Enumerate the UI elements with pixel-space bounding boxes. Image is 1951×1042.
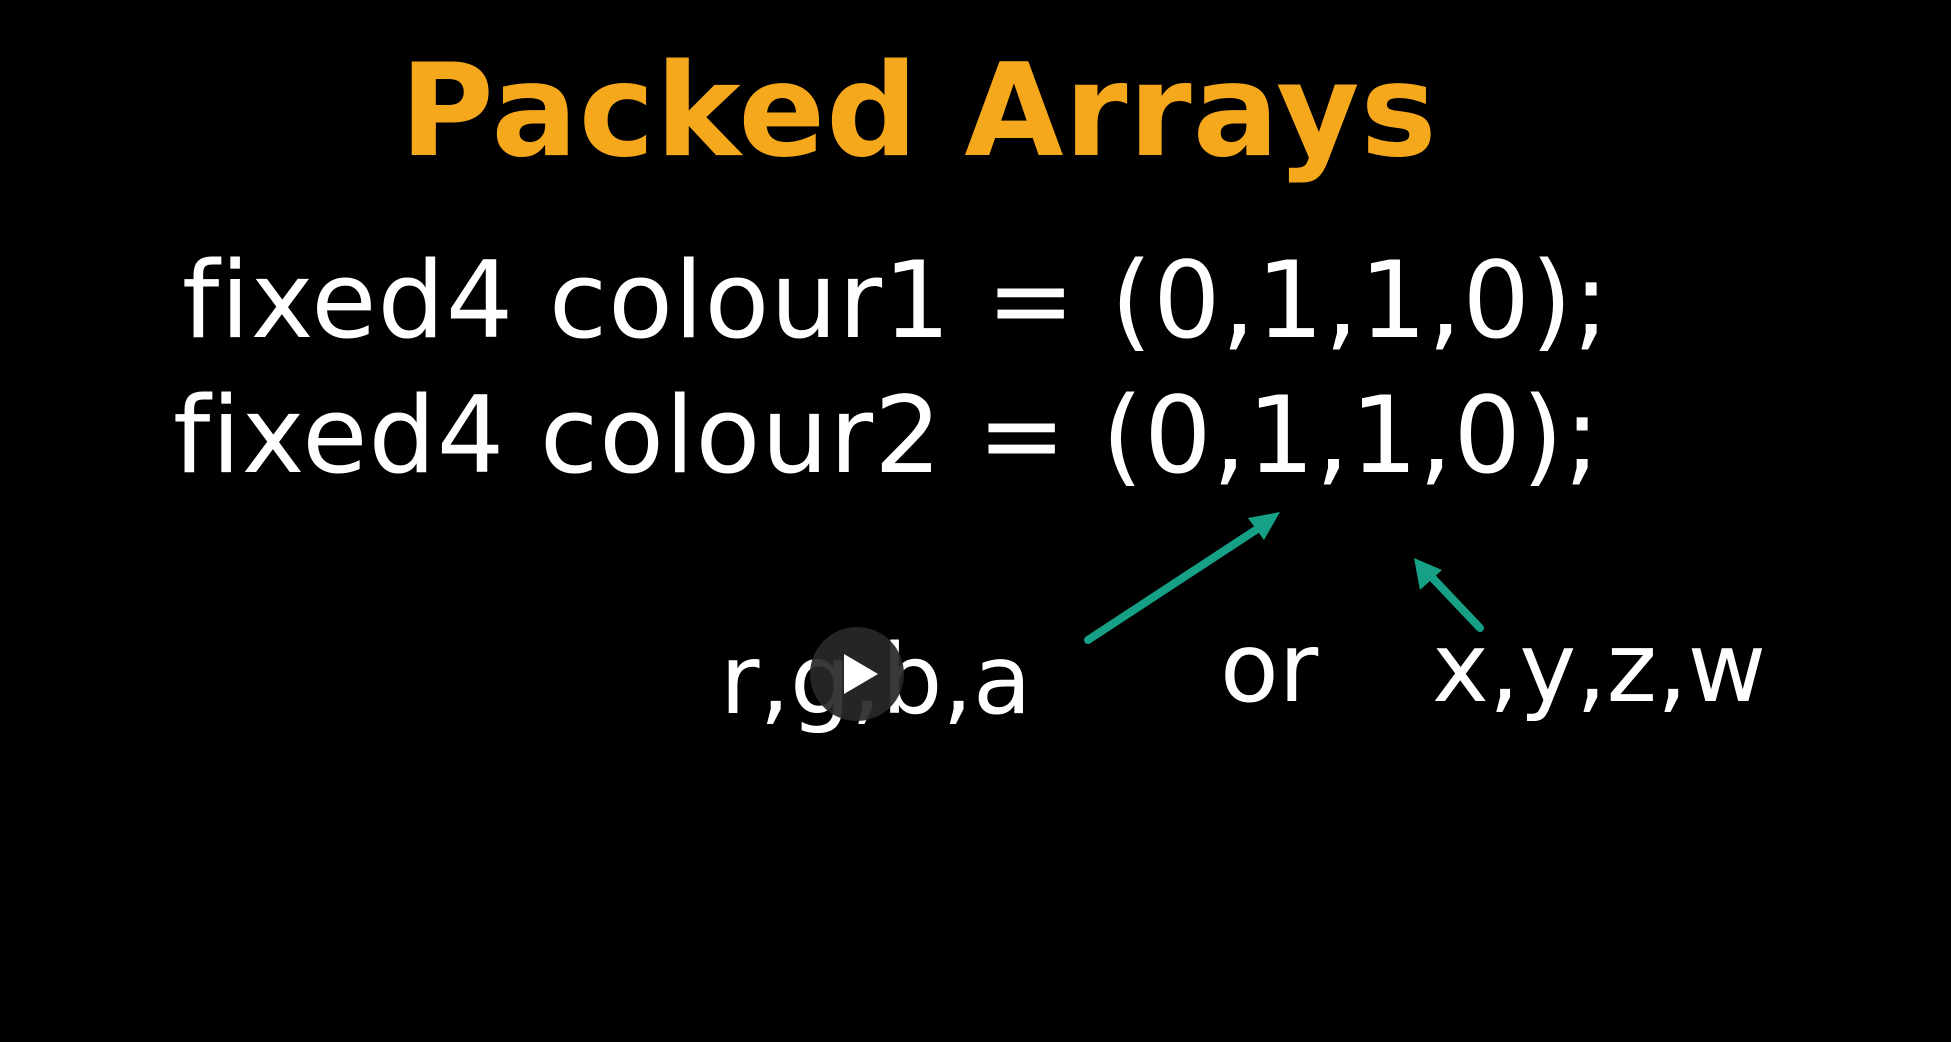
video-frame: Packed Arrays fixed4 colour1 = (0,1,1,0)…	[0, 0, 1951, 1042]
label-or: or	[1220, 612, 1319, 724]
play-icon	[844, 654, 878, 694]
label-xyzw: x,y,z,w	[1432, 612, 1767, 724]
play-button[interactable]	[810, 627, 904, 721]
code-line-colour2: fixed4 colour2 = (0,1,1,0);	[173, 374, 1601, 497]
code-line-colour1: fixed4 colour1 = (0,1,1,0);	[182, 239, 1610, 362]
slide-title: Packed Arrays	[400, 37, 1438, 186]
